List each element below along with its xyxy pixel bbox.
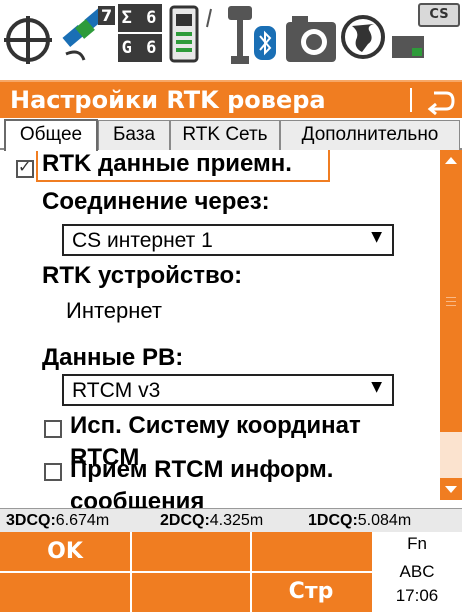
- coordinate-quality-bar: 3DCQ:6.674m 2DCQ:4.325m 1DCQ:5.084m: [0, 508, 462, 532]
- cs-badge[interactable]: CS: [418, 3, 460, 27]
- quality-2d-value: 4.325m: [209, 512, 264, 529]
- status-bar: 7 Σ 6 G 6 CS: [0, 0, 462, 80]
- tab-advanced[interactable]: Дополнительно: [280, 120, 460, 150]
- receive-rtcm-msg-checkbox[interactable]: [44, 463, 62, 481]
- use-rtcm-coord-label-1: Исп. Систему координат: [70, 412, 361, 439]
- vertical-scrollbar[interactable]: [440, 150, 462, 500]
- crosshair-icon[interactable]: [2, 14, 58, 70]
- softkey-bar: OK Стр Fn ABC 17:06: [0, 532, 462, 612]
- tab-bar: Общее База RTK Сеть Дополнительно: [0, 118, 462, 151]
- scroll-down-button[interactable]: [440, 478, 462, 500]
- quality-2d: 2DCQ:4.325m: [160, 509, 263, 533]
- clock: 17:06: [395, 586, 439, 605]
- gnss-counts[interactable]: Σ 6 G 6: [118, 2, 162, 64]
- camera-icon[interactable]: [284, 12, 338, 64]
- input-mode-indicator[interactable]: ABC: [372, 562, 462, 582]
- softkey-f3[interactable]: [252, 532, 370, 572]
- page-button[interactable]: Стр: [252, 572, 370, 612]
- receive-rtcm-msg-label-2: сообщения: [70, 488, 205, 508]
- title-separator: [410, 88, 412, 112]
- chevron-down-icon: ▼: [371, 379, 382, 395]
- connection-value: CS интернет 1: [72, 229, 213, 252]
- gnss-count-bottom: G 6: [118, 34, 162, 62]
- rtk-data-format-value: RTCM v3: [72, 379, 161, 402]
- softkey-f4[interactable]: [0, 572, 130, 612]
- softkey-f5[interactable]: [132, 572, 250, 612]
- signal-tick-icon: [204, 8, 214, 28]
- receive-rtcm-msg-label-1: Прием RTCM информ.: [70, 456, 334, 483]
- rtk-data-label: RTK данные приемн.: [42, 150, 292, 177]
- quality-3d: 3DCQ:6.674m: [6, 509, 109, 533]
- rtk-device-label: RTK устройство:: [42, 262, 243, 289]
- connection-label: Соединение через:: [42, 188, 270, 215]
- tab-base[interactable]: База: [98, 120, 170, 150]
- rtk-data-format-select[interactable]: RTCM v3 ▼: [62, 374, 394, 406]
- bluetooth-icon[interactable]: [254, 26, 276, 60]
- rtk-data-checkbox[interactable]: [16, 157, 34, 178]
- quality-3d-label: 3DCQ:: [6, 512, 56, 529]
- fn-key[interactable]: Fn: [372, 534, 462, 554]
- quality-1d-value: 5.084m: [357, 512, 412, 529]
- title-bar: Настройки RTK ровера: [0, 80, 462, 118]
- gnss-count-top: Σ 6: [118, 4, 162, 32]
- scroll-up-button[interactable]: [440, 150, 462, 172]
- ok-button[interactable]: OK: [0, 532, 130, 572]
- use-rtcm-coord-checkbox[interactable]: [44, 420, 62, 438]
- chevron-down-icon: ▼: [371, 229, 382, 245]
- softkey-f2[interactable]: [132, 532, 250, 572]
- quality-1d-label: 1DCQ:: [308, 512, 358, 529]
- battery-icon[interactable]: [168, 4, 200, 64]
- quality-1d: 1DCQ:5.084m: [308, 509, 411, 533]
- form-area: RTK данные приемн. Соединение через: CS …: [0, 150, 440, 508]
- rtk-data-format-label: Данные РВ:: [42, 344, 184, 371]
- quality-2d-label: 2DCQ:: [160, 512, 210, 529]
- rtk-data-row: RTK данные приемн.: [0, 150, 440, 184]
- antenna-icon[interactable]: [226, 4, 256, 66]
- tab-rtk-network[interactable]: RTK Сеть: [170, 120, 280, 150]
- system-panel: Fn ABC 17:06: [372, 532, 462, 612]
- satellite-count: 7: [98, 6, 116, 25]
- back-icon[interactable]: [424, 85, 456, 117]
- page-title: Настройки RTK ровера: [10, 86, 326, 114]
- globe-icon[interactable]: [340, 14, 386, 60]
- memory-card-icon[interactable]: [390, 34, 426, 60]
- tab-general[interactable]: Общее: [4, 119, 98, 151]
- rtk-device-value: Интернет: [66, 298, 162, 323]
- softkey-divider: [0, 571, 372, 573]
- scroll-thumb[interactable]: [440, 172, 462, 432]
- quality-3d-value: 6.674m: [55, 512, 110, 529]
- connection-select[interactable]: CS интернет 1 ▼: [62, 224, 394, 256]
- satellite-icon[interactable]: 7: [60, 4, 116, 64]
